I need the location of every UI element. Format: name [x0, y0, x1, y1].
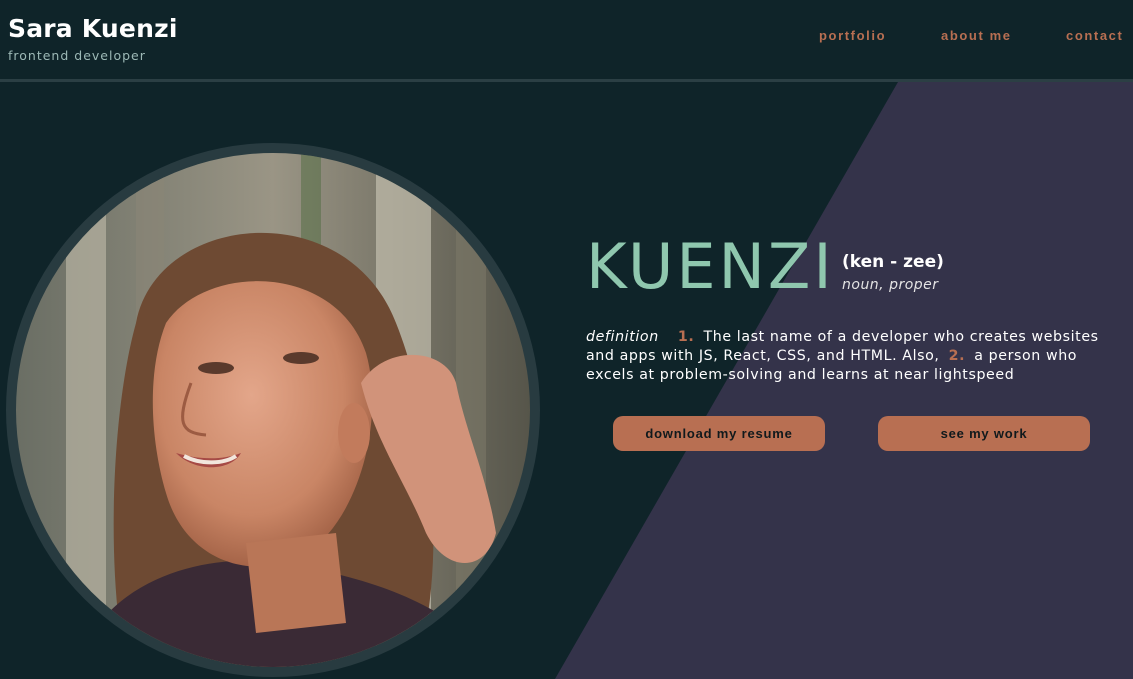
- site-owner-role: frontend developer: [8, 48, 146, 63]
- nav-link-contact[interactable]: contact: [1066, 28, 1123, 43]
- definition-headword: KUENZI: [586, 230, 835, 303]
- download-resume-button[interactable]: download my resume: [613, 416, 825, 451]
- see-my-work-button[interactable]: see my work: [878, 416, 1090, 451]
- definition-number-1: 1.: [677, 329, 695, 345]
- hero-section: KUENZI (ken - zee) noun, proper definiti…: [0, 82, 1133, 679]
- nav-link-about-me[interactable]: about me: [941, 28, 1012, 43]
- nav-link-portfolio[interactable]: portfolio: [819, 28, 886, 43]
- definition-number-2: 2.: [948, 348, 966, 364]
- site-owner-name: Sara Kuenzi: [8, 14, 178, 43]
- part-of-speech: noun, proper: [842, 277, 939, 293]
- definition-label: definition: [586, 329, 659, 345]
- definition-text: definition 1. The last name of a develop…: [586, 328, 1126, 385]
- pronunciation: (ken - zee): [842, 252, 944, 272]
- profile-photo: [16, 153, 530, 667]
- site-header: Sara Kuenzi frontend developer portfolio…: [0, 0, 1133, 82]
